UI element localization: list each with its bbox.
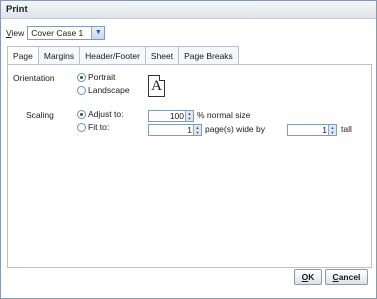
page-tab-panel: Orientation Portrait Landscape A Scaling… <box>7 64 372 268</box>
pages-wide-label: page(s) wide by <box>205 124 266 134</box>
tab-page[interactable]: Page <box>7 46 38 65</box>
tall-label: tall <box>341 124 352 134</box>
fit-to-label[interactable]: Fit to: <box>88 122 109 132</box>
ok-button[interactable]: OK <box>294 269 322 285</box>
adjust-to-value: 100 <box>169 111 184 121</box>
print-dialog: Print View Cover Case 1 ▼ Page Margins H… <box>0 0 377 299</box>
portrait-page-icon: A <box>148 75 165 97</box>
fit-to-radio[interactable] <box>77 123 86 132</box>
cancel-button[interactable]: Cancel <box>325 269 368 285</box>
chevron-down-icon[interactable]: ▼ <box>91 27 105 39</box>
tab-margins[interactable]: Margins <box>37 46 80 65</box>
tab-page-breaks[interactable]: Page Breaks <box>178 46 239 65</box>
view-select-value: Cover Case 1 <box>31 28 84 38</box>
fit-tall-spinner[interactable]: 1 ▲ ▼ <box>287 124 337 136</box>
dialog-title: Print <box>6 4 28 15</box>
portrait-radio[interactable] <box>77 73 86 82</box>
fit-wide-value: 1 <box>187 125 192 135</box>
spin-down-icon[interactable]: ▼ <box>194 130 201 135</box>
fit-tall-value: 1 <box>322 125 327 135</box>
spin-down-icon[interactable]: ▼ <box>329 130 336 135</box>
scaling-label: Scaling <box>26 110 54 120</box>
tab-header-footer[interactable]: Header/Footer <box>79 46 145 65</box>
adjust-to-radio[interactable] <box>77 110 86 119</box>
adjust-to-spinner[interactable]: 100 ▲ ▼ <box>148 110 194 122</box>
landscape-radio[interactable] <box>77 86 86 95</box>
title-bar[interactable]: Print <box>1 1 376 19</box>
spin-down-icon[interactable]: ▼ <box>186 116 193 121</box>
landscape-label[interactable]: Landscape <box>88 85 130 95</box>
portrait-label[interactable]: Portrait <box>88 72 115 82</box>
orientation-label: Orientation <box>13 73 55 83</box>
fit-wide-spinner[interactable]: 1 ▲ ▼ <box>148 124 202 136</box>
tab-sheet[interactable]: Sheet <box>144 46 179 65</box>
view-row: View Cover Case 1 ▼ <box>6 26 106 40</box>
view-label: View <box>6 28 25 38</box>
adjust-to-label[interactable]: Adjust to: <box>88 109 123 119</box>
tab-bar: Page Margins Header/Footer Sheet Page Br… <box>7 46 239 65</box>
normal-size-label: % normal size <box>197 110 251 120</box>
view-select[interactable]: Cover Case 1 ▼ <box>27 26 106 40</box>
